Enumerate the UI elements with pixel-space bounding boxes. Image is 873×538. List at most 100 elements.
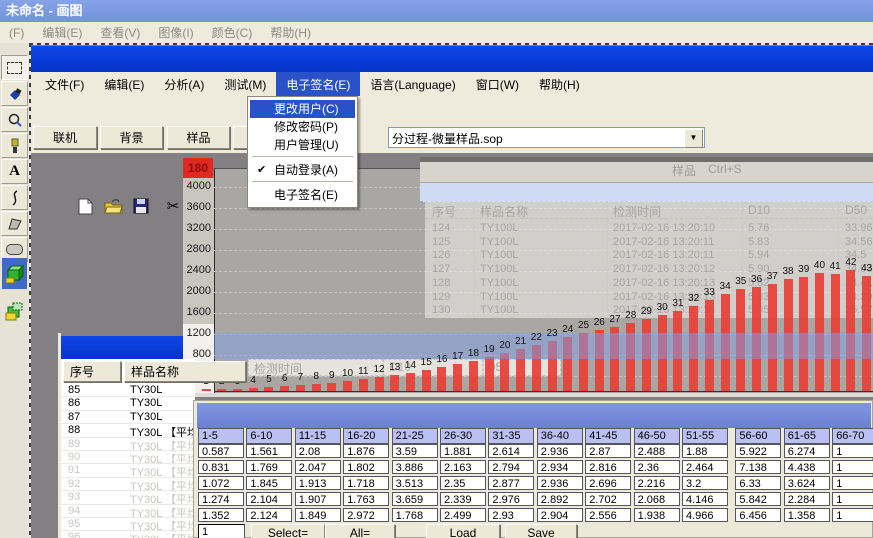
dropdown-item[interactable]: 用户管理(U) — [250, 136, 355, 154]
grid-cell[interactable]: 4.966 — [682, 508, 728, 522]
grid-cell[interactable]: 6.33 — [735, 476, 781, 490]
grid-cell[interactable]: 1.938 — [634, 508, 680, 522]
grid-cell[interactable]: 1.913 — [295, 476, 341, 490]
save-icon[interactable] — [130, 196, 152, 216]
sample-button[interactable]: 样品 — [167, 126, 230, 149]
grid-cell[interactable]: 1.274 — [198, 492, 244, 506]
paint-menu-item[interactable]: 图像(I) — [149, 24, 202, 41]
left-col-name[interactable]: 样品名称 — [124, 361, 246, 382]
dropdown-item[interactable]: ✔自动登录(A) — [250, 161, 355, 179]
green-cube-icon[interactable] — [2, 258, 27, 289]
grid-cell[interactable]: 2.87 — [585, 444, 631, 458]
dropdown-item[interactable]: 更改用户(C) — [250, 100, 355, 118]
grid-column-header[interactable]: 41-45 — [585, 428, 631, 444]
brush-tool-icon[interactable] — [1, 133, 28, 158]
app-menu-item[interactable]: 编辑(E) — [94, 72, 154, 97]
grid-column-header[interactable]: 11-15 — [295, 428, 341, 444]
grid-column-header[interactable]: 61-65 — [784, 428, 830, 444]
grid-cell[interactable]: 5.842 — [735, 492, 781, 506]
grid-cell[interactable]: 1.072 — [198, 476, 244, 490]
background-button[interactable]: 背景 — [100, 126, 163, 149]
grid-cell[interactable]: 2.936 — [537, 476, 583, 490]
grid-cell[interactable]: 2.93 — [488, 508, 534, 522]
grid-cell[interactable]: 2.702 — [585, 492, 631, 506]
paint-menu-item[interactable]: (F) — [0, 26, 33, 40]
left-table-row[interactable]: 94TY30L 【平均】 — [61, 505, 195, 518]
grid-column-header[interactable]: 56-60 — [735, 428, 781, 444]
grid-cell[interactable]: 2.794 — [488, 460, 534, 474]
dropdown-item[interactable]: 修改密码(P) — [250, 118, 355, 136]
polygon-tool-icon[interactable] — [1, 211, 28, 236]
grid-cell[interactable]: 2.124 — [246, 508, 292, 522]
grid-cell[interactable]: 2.614 — [488, 444, 534, 458]
curve-tool-icon[interactable] — [1, 185, 28, 210]
grid-cell[interactable]: 2.488 — [634, 444, 680, 458]
grid-column-header[interactable]: 36-40 — [537, 428, 583, 444]
new-doc-icon[interactable] — [74, 196, 96, 216]
grid-cell[interactable]: 4.438 — [784, 460, 830, 474]
grid-cell[interactable]: 3.59 — [392, 444, 438, 458]
grid-cell[interactable]: 2.104 — [246, 492, 292, 506]
grid-cell[interactable]: 2.339 — [440, 492, 486, 506]
grid-cell[interactable]: 1 — [832, 492, 873, 506]
grid-cell[interactable]: 3.659 — [392, 492, 438, 506]
text-tool-icon[interactable]: A — [1, 159, 28, 184]
left-window-titlebar[interactable] — [61, 336, 183, 359]
grid-cell[interactable]: 1.769 — [246, 460, 292, 474]
app-menu-item[interactable]: 测试(M) — [214, 72, 276, 97]
grid-cell[interactable]: 2.816 — [585, 460, 631, 474]
magnifier-tool-icon[interactable] — [1, 107, 28, 132]
grid-column-header[interactable]: 66-70 — [832, 428, 873, 444]
grid-cell[interactable]: 2.068 — [634, 492, 680, 506]
row-count-input[interactable]: 1 — [198, 524, 245, 538]
bottom-window-titlebar[interactable] — [197, 403, 871, 428]
grid-cell[interactable]: 1.881 — [440, 444, 486, 458]
grid-cell[interactable]: 2.877 — [488, 476, 534, 490]
left-table-row[interactable]: 91TY30L 【平均】 — [61, 464, 195, 477]
grid-cell[interactable]: 2.499 — [440, 508, 486, 522]
grid-cell[interactable]: 1.849 — [295, 508, 341, 522]
load-button[interactable]: Load — [426, 524, 500, 538]
grid-cell[interactable]: 2.904 — [537, 508, 583, 522]
rect-select-tool-icon[interactable] — [1, 55, 28, 80]
grid-column-header[interactable]: 46-50 — [634, 428, 680, 444]
open-folder-icon[interactable] — [102, 196, 124, 216]
grid-column-header[interactable]: 1-5 — [198, 428, 244, 444]
grid-cell[interactable]: 3.513 — [392, 476, 438, 490]
grid-cell[interactable]: 2.464 — [682, 460, 728, 474]
app-menu-item[interactable]: 帮助(H) — [529, 72, 590, 97]
grid-column-header[interactable]: 31-35 — [488, 428, 534, 444]
select-button[interactable]: Select= — [251, 524, 325, 538]
grid-cell[interactable]: 6.456 — [735, 508, 781, 522]
left-table-row[interactable]: 95TY30L 【平均】 — [61, 518, 195, 531]
grid-cell[interactable]: 6.274 — [784, 444, 830, 458]
grid-cell[interactable]: 4.146 — [682, 492, 728, 506]
grid-cell[interactable]: 2.936 — [537, 444, 583, 458]
grid-cell[interactable]: 0.831 — [198, 460, 244, 474]
grid-column-header[interactable]: 26-30 — [440, 428, 486, 444]
grid-cell[interactable]: 7.138 — [735, 460, 781, 474]
grid-column-header[interactable]: 51-55 — [682, 428, 728, 444]
app-menu-item[interactable]: 电子签名(E) — [276, 72, 360, 97]
grid-cell[interactable]: 5.922 — [735, 444, 781, 458]
grid-cell[interactable]: 2.934 — [537, 460, 583, 474]
grid-cell[interactable]: 3.624 — [784, 476, 830, 490]
chevron-down-icon[interactable]: ▼ — [684, 129, 703, 148]
grid-cell[interactable]: 1.358 — [784, 508, 830, 522]
left-table-row[interactable]: 90TY30L 【平均】 — [61, 451, 195, 464]
paint-menu-item[interactable]: 颜色(C) — [203, 24, 262, 41]
grid-cell[interactable]: 2.976 — [488, 492, 534, 506]
grid-cell[interactable]: 2.047 — [295, 460, 341, 474]
grid-cell[interactable]: 3.2 — [682, 476, 728, 490]
grid-cell[interactable]: 2.972 — [343, 508, 389, 522]
grid-cell[interactable]: 1.802 — [343, 460, 389, 474]
selection-marquee-top[interactable] — [29, 43, 873, 45]
grid-cell[interactable]: 1.876 — [343, 444, 389, 458]
grid-cell[interactable]: 2.284 — [784, 492, 830, 506]
grid-cell[interactable]: 2.36 — [634, 460, 680, 474]
left-table-row[interactable]: 92TY30L 【平均】 — [61, 478, 195, 491]
grid-cell[interactable]: 0.587 — [198, 444, 244, 458]
app-menu-item[interactable]: 窗口(W) — [466, 72, 529, 97]
grid-cell[interactable]: 1.763 — [343, 492, 389, 506]
grid-column-header[interactable]: 6-10 — [246, 428, 292, 444]
